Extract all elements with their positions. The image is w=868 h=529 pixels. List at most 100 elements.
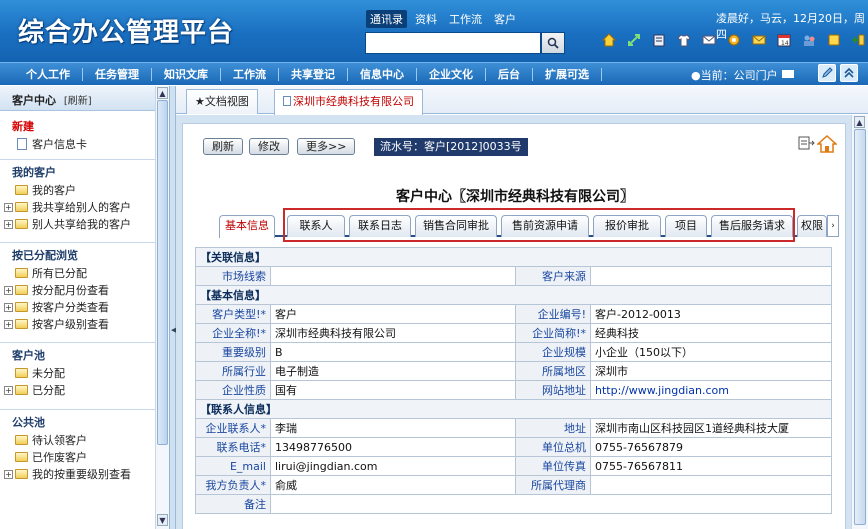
sidebar-item-to-claim[interactable]: 待认领客户 bbox=[12, 432, 169, 449]
region-field[interactable]: 深圳市 bbox=[590, 361, 832, 381]
industry-field[interactable]: 电子制造 bbox=[270, 361, 516, 381]
nav-item-extend[interactable]: 扩展可选 bbox=[533, 67, 602, 81]
home-icon[interactable] bbox=[602, 33, 616, 47]
nav-item-register[interactable]: 共享登记 bbox=[279, 67, 348, 81]
sidebar-item-by-month[interactable]: + 按分配月份查看 bbox=[4, 282, 169, 299]
field-label: 所属行业 bbox=[195, 361, 271, 381]
sidebar-item-my-customers[interactable]: 我的客户 bbox=[12, 182, 169, 199]
shirt-icon[interactable] bbox=[677, 33, 691, 47]
sidebar-item-by-level[interactable]: + 按客户级别查看 bbox=[4, 316, 169, 333]
fullname-field[interactable]: 深圳市经典科技有限公司 bbox=[270, 323, 516, 343]
more-button[interactable]: 更多>> bbox=[297, 138, 356, 155]
sidebar-item-by-importance[interactable]: + 我的按重要级别查看 bbox=[4, 466, 169, 483]
agent-field[interactable] bbox=[590, 475, 832, 495]
folder-icon bbox=[15, 319, 28, 329]
search-tab-workflow[interactable]: 工作流 bbox=[445, 10, 486, 28]
code-field[interactable]: 客户-2012-0013 bbox=[590, 304, 832, 324]
nav-item-workflow[interactable]: 工作流 bbox=[221, 67, 279, 81]
sidebar-item-by-category[interactable]: + 按客户分类查看 bbox=[4, 299, 169, 316]
shortname-field[interactable]: 经典科技 bbox=[590, 323, 832, 343]
fax-field[interactable]: 0755-76567811 bbox=[590, 456, 832, 476]
scale-field[interactable]: 小企业（150以下） bbox=[590, 342, 832, 362]
sidebar-item-all-assigned[interactable]: 所有已分配 bbox=[12, 265, 169, 282]
nav-item-admin[interactable]: 后台 bbox=[486, 67, 533, 81]
search-tab-docs[interactable]: 资料 bbox=[411, 10, 441, 28]
scroll-up-icon[interactable]: ▲ bbox=[157, 87, 168, 99]
nav-item-info-center[interactable]: 信息中心 bbox=[348, 67, 417, 81]
expand-icon[interactable]: + bbox=[4, 470, 13, 479]
search-tab-contacts[interactable]: 通讯录 bbox=[366, 10, 407, 28]
document-icon[interactable] bbox=[652, 33, 666, 47]
form-row: 我方负责人* 俞威 所属代理商 bbox=[195, 475, 832, 495]
logout-icon[interactable] bbox=[852, 33, 866, 47]
sidebar-item-shared-to-me[interactable]: + 别人共享给我的客户 bbox=[4, 216, 169, 233]
expand-icon[interactable]: + bbox=[4, 303, 13, 312]
sidebar-item-shared-by-me[interactable]: + 我共享给别人的客户 bbox=[4, 199, 169, 216]
tab-permissions[interactable]: 权限 bbox=[797, 215, 827, 237]
scroll-down-icon[interactable]: ▼ bbox=[157, 514, 168, 526]
sidebar-item-customer-card[interactable]: 客户信息卡 bbox=[12, 136, 169, 153]
search-tab-customer[interactable]: 客户 bbox=[490, 10, 520, 28]
main-scrollbar[interactable]: ▲ bbox=[851, 115, 868, 529]
expand-icon[interactable]: + bbox=[4, 386, 13, 395]
tab-company[interactable]: 深圳市经典科技有限公司 bbox=[274, 89, 423, 115]
expand-icon[interactable] bbox=[627, 33, 641, 47]
scrollbar-thumb[interactable] bbox=[854, 129, 866, 525]
search-input[interactable] bbox=[365, 32, 541, 54]
refresh-button[interactable]: 刷新 bbox=[203, 138, 243, 155]
document-tools bbox=[797, 134, 837, 154]
sidebar-item-voided[interactable]: 已作废客户 bbox=[12, 449, 169, 466]
expand-icon[interactable]: + bbox=[4, 203, 13, 212]
sidebar-scrollbar[interactable]: ▲ ▼ bbox=[155, 86, 169, 529]
note-icon[interactable] bbox=[827, 33, 841, 47]
nav-item-library[interactable]: 知识文库 bbox=[152, 67, 221, 81]
field-label: 单位传真 bbox=[515, 456, 591, 476]
collapse-button[interactable] bbox=[840, 64, 858, 82]
contact-field[interactable]: 李瑞 bbox=[270, 418, 516, 438]
tab-basic-info[interactable]: 基本信息 bbox=[219, 215, 275, 238]
sidebar-item-label: 按分配月份查看 bbox=[32, 284, 109, 297]
search-button[interactable] bbox=[541, 32, 565, 54]
address-field[interactable]: 深圳市南山区科技园区1道经典科技大厦 bbox=[590, 418, 832, 438]
market-clue-field[interactable] bbox=[270, 266, 516, 286]
tel-field[interactable]: 0755-76567879 bbox=[590, 437, 832, 457]
export-icon[interactable] bbox=[797, 134, 815, 152]
nav-item-tasks[interactable]: 任务管理 bbox=[83, 67, 152, 81]
settings-icon[interactable] bbox=[727, 33, 741, 47]
home-icon[interactable] bbox=[817, 134, 837, 154]
scroll-up-icon[interactable]: ▲ bbox=[854, 116, 865, 128]
sidebar-header: 客户中心 [刷新] bbox=[0, 86, 169, 111]
form-row: 企业全称!* 深圳市经典科技有限公司 企业简称!* 经典科技 bbox=[195, 323, 832, 343]
mail-icon[interactable] bbox=[702, 33, 716, 47]
expand-icon[interactable]: + bbox=[4, 320, 13, 329]
scrollbar-thumb[interactable] bbox=[157, 100, 168, 445]
expand-icon[interactable]: + bbox=[4, 286, 13, 295]
nav-item-culture[interactable]: 企业文化 bbox=[417, 67, 486, 81]
message-icon[interactable] bbox=[752, 33, 766, 47]
calendar-icon[interactable]: 14 bbox=[777, 33, 791, 47]
source-field[interactable] bbox=[590, 266, 832, 286]
sidebar-section-title[interactable]: 新建 bbox=[12, 118, 169, 136]
tab-doc-view[interactable]: ★文档视图 bbox=[186, 89, 258, 114]
users-icon[interactable] bbox=[802, 33, 816, 47]
type-field[interactable]: 客户 bbox=[270, 304, 516, 324]
nature-field[interactable]: 国有 bbox=[270, 380, 516, 400]
website-link[interactable]: http://www.jingdian.com bbox=[590, 380, 832, 400]
edit-button[interactable]: 修改 bbox=[249, 138, 289, 155]
tabs-scroll-right-icon[interactable]: › bbox=[827, 215, 839, 237]
email-field[interactable]: lirui@jingdian.com bbox=[270, 456, 516, 476]
nav-item-personal[interactable]: 个人工作 bbox=[0, 67, 83, 81]
importance-field[interactable]: B bbox=[270, 342, 516, 362]
sidebar-item-unassigned[interactable]: 未分配 bbox=[12, 365, 169, 382]
owner-field[interactable]: 俞威 bbox=[270, 475, 516, 495]
pencil-button[interactable] bbox=[818, 64, 836, 82]
sidebar-refresh-link[interactable]: [刷新] bbox=[64, 96, 92, 107]
phone-field[interactable]: 13498776500 bbox=[270, 437, 516, 457]
remark-field[interactable] bbox=[270, 494, 832, 514]
page-title: 客户中心〖深圳市经典科技有限公司〗 bbox=[396, 189, 634, 205]
expand-icon[interactable]: + bbox=[4, 220, 13, 229]
sidebar-item-assigned[interactable]: + 已分配 bbox=[4, 382, 169, 399]
search-tabs: 通讯录 资料 工作流 客户 bbox=[366, 10, 520, 28]
folder-icon bbox=[15, 302, 28, 312]
sidebar-item-label: 客户信息卡 bbox=[32, 138, 87, 151]
